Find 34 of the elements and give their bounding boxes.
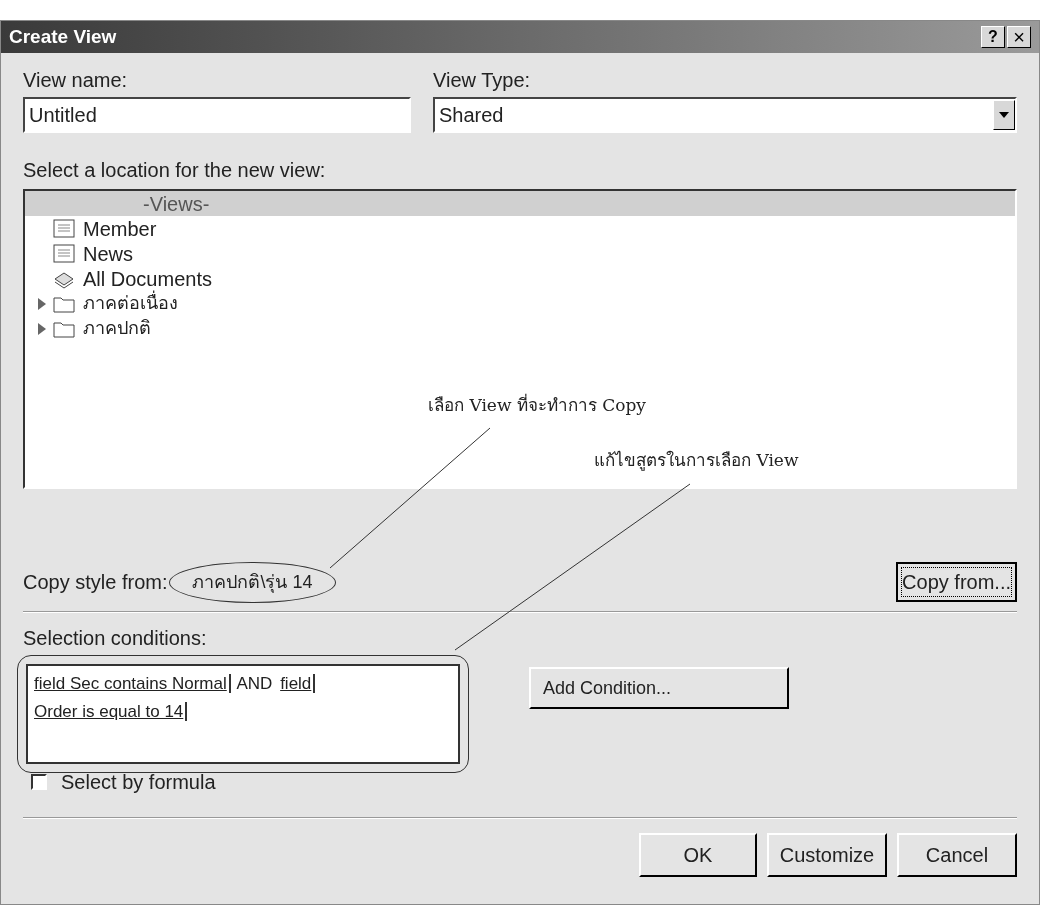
view-name-field[interactable]: Untitled	[23, 97, 411, 133]
tree-item[interactable]: -Views-	[25, 191, 1015, 216]
view-list-icon	[53, 218, 75, 239]
copy-style-label: Copy style from:	[23, 570, 168, 595]
tree-item[interactable]: News	[25, 241, 1015, 266]
annotation-text: เลือก View ที่จะทำการ Copy	[428, 393, 646, 417]
expand-triangle-icon[interactable]	[37, 296, 47, 311]
condition-link[interactable]: field	[278, 674, 316, 693]
tree-item[interactable]: ภาคต่อเนื่อง	[25, 291, 1015, 316]
view-list-icon	[53, 243, 75, 264]
annotation-text: แก้ไขสูตรในการเลือก View	[594, 449, 799, 473]
condition-link[interactable]: Order is equal to 14	[32, 702, 188, 721]
condition-operator: AND	[235, 674, 274, 693]
location-label: Select a location for the new view:	[23, 158, 327, 183]
tree-item[interactable]: All Documents	[25, 266, 1015, 291]
dialog-button[interactable]: OK	[639, 833, 757, 877]
condition-link[interactable]: field Sec contains Normal	[32, 674, 231, 693]
view-type-label: View Type:	[433, 68, 532, 93]
add-condition-button[interactable]: Add Condition...	[529, 667, 789, 709]
dialog-button[interactable]: Cancel	[897, 833, 1017, 877]
conditions-box[interactable]: field Sec contains Normal AND field Order is equal to 14	[26, 664, 460, 764]
view-name-label: View name:	[23, 68, 129, 93]
copy-from-button[interactable]: Copy from...	[896, 562, 1017, 602]
select-by-formula-label: Select by formula	[61, 770, 216, 795]
expand-triangle-icon[interactable]	[37, 321, 47, 336]
help-button[interactable]: ?	[981, 26, 1005, 48]
window-title: Create View	[9, 24, 117, 49]
selection-conditions-label: Selection conditions:	[23, 626, 208, 651]
view-type-dropdown[interactable]: Shared	[433, 97, 1017, 133]
tree-item[interactable]: Member	[25, 216, 1015, 241]
dialog-button[interactable]: Customize	[767, 833, 887, 877]
close-button[interactable]: ×	[1007, 26, 1031, 48]
tree-item[interactable]: ภาคปกติ	[25, 316, 1015, 341]
formula-checkbox[interactable]	[31, 774, 47, 790]
